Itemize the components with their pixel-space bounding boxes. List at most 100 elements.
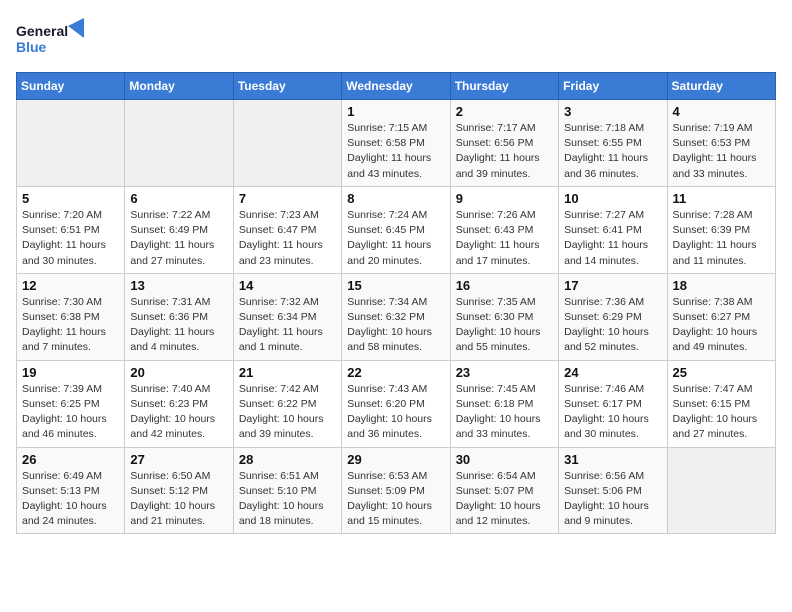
day-number: 16 xyxy=(456,278,553,293)
calendar-cell: 26 Sunrise: 6:49 AMSunset: 5:13 PMDayligh… xyxy=(17,447,125,534)
calendar-cell: 15Sunrise: 7:34 AMSunset: 6:32 PMDayligh… xyxy=(342,273,450,360)
weekday-header-friday: Friday xyxy=(559,73,667,100)
calendar-cell: 20Sunrise: 7:40 AMSunset: 6:23 PMDayligh… xyxy=(125,360,233,447)
day-number: 4 xyxy=(673,104,770,119)
day-number: 7 xyxy=(239,191,336,206)
day-info: Sunrise: 7:22 AMSunset: 6:49 PMDaylight:… xyxy=(130,208,227,269)
calendar-week-1: 1 Sunrise: 7:15 AMSunset: 6:58 PMDaylight… xyxy=(17,100,776,187)
day-number: 23 xyxy=(456,365,553,380)
day-number: 13 xyxy=(130,278,227,293)
calendar-cell: 19 Sunrise: 7:39 AMSunset: 6:25 PMDayligh… xyxy=(17,360,125,447)
day-number: 22 xyxy=(347,365,444,380)
day-info: Sunrise: 7:17 AMSunset: 6:56 PMDaylight:… xyxy=(456,121,553,182)
day-number: 6 xyxy=(130,191,227,206)
calendar-cell: 14 Sunrise: 7:32 AMSunset: 6:34 PMDayligh… xyxy=(233,273,341,360)
day-info: Sunrise: 7:46 AMSunset: 6:17 PMDaylight:… xyxy=(564,382,661,443)
calendar-cell: 17 Sunrise: 7:36 AMSunset: 6:29 PMDayligh… xyxy=(559,273,667,360)
weekday-header-tuesday: Tuesday xyxy=(233,73,341,100)
calendar-cell: 9Sunrise: 7:26 AMSunset: 6:43 PMDaylight… xyxy=(450,186,558,273)
calendar-cell: 4 Sunrise: 7:19 AMSunset: 6:53 PMDaylight… xyxy=(667,100,775,187)
day-number: 14 xyxy=(239,278,336,293)
day-number: 10 xyxy=(564,191,661,206)
weekday-header-sunday: Sunday xyxy=(17,73,125,100)
day-number: 1 xyxy=(347,104,444,119)
svg-text:Blue: Blue xyxy=(16,39,47,55)
day-info: Sunrise: 7:18 AMSunset: 6:55 PMDaylight:… xyxy=(564,121,661,182)
day-info: Sunrise: 6:50 AMSunset: 5:12 PMDaylight:… xyxy=(130,469,227,530)
calendar-cell: 31 Sunrise: 6:56 AMSunset: 5:06 PMDayligh… xyxy=(559,447,667,534)
calendar-cell: 18 Sunrise: 7:38 AMSunset: 6:27 PMDayligh… xyxy=(667,273,775,360)
day-info: Sunrise: 7:30 AMSunset: 6:38 PMDaylight:… xyxy=(22,295,119,356)
logo: General Blue xyxy=(16,16,96,64)
calendar-cell xyxy=(17,100,125,187)
calendar-cell: 6 Sunrise: 7:22 AMSunset: 6:49 PMDaylight… xyxy=(125,186,233,273)
logo-icon: General Blue xyxy=(16,16,96,64)
calendar-week-4: 19 Sunrise: 7:39 AMSunset: 6:25 PMDayligh… xyxy=(17,360,776,447)
calendar-cell xyxy=(125,100,233,187)
day-info: Sunrise: 7:26 AMSunset: 6:43 PMDaylight:… xyxy=(456,208,553,269)
calendar-cell: 10 Sunrise: 7:27 AMSunset: 6:41 PMDayligh… xyxy=(559,186,667,273)
calendar-cell: 7 Sunrise: 7:23 AMSunset: 6:47 PMDaylight… xyxy=(233,186,341,273)
day-number: 15 xyxy=(347,278,444,293)
calendar-cell: 27Sunrise: 6:50 AMSunset: 5:12 PMDayligh… xyxy=(125,447,233,534)
day-info: Sunrise: 6:49 AMSunset: 5:13 PMDaylight:… xyxy=(22,469,119,530)
calendar-cell: 24 Sunrise: 7:46 AMSunset: 6:17 PMDayligh… xyxy=(559,360,667,447)
day-info: Sunrise: 7:15 AMSunset: 6:58 PMDaylight:… xyxy=(347,121,444,182)
page-header: General Blue xyxy=(16,16,776,64)
day-info: Sunrise: 7:32 AMSunset: 6:34 PMDaylight:… xyxy=(239,295,336,356)
day-number: 29 xyxy=(347,452,444,467)
day-info: Sunrise: 6:53 AMSunset: 5:09 PMDaylight:… xyxy=(347,469,444,530)
day-info: Sunrise: 7:28 AMSunset: 6:39 PMDaylight:… xyxy=(673,208,770,269)
calendar-cell: 21 Sunrise: 7:42 AMSunset: 6:22 PMDayligh… xyxy=(233,360,341,447)
calendar-cell: 28Sunrise: 6:51 AMSunset: 5:10 PMDayligh… xyxy=(233,447,341,534)
day-number: 21 xyxy=(239,365,336,380)
calendar-cell xyxy=(233,100,341,187)
calendar-cell: 1 Sunrise: 7:15 AMSunset: 6:58 PMDaylight… xyxy=(342,100,450,187)
day-number: 24 xyxy=(564,365,661,380)
calendar-week-2: 5 Sunrise: 7:20 AMSunset: 6:51 PMDaylight… xyxy=(17,186,776,273)
calendar-cell: 12Sunrise: 7:30 AMSunset: 6:38 PMDayligh… xyxy=(17,273,125,360)
day-number: 8 xyxy=(347,191,444,206)
calendar-cell: 11 Sunrise: 7:28 AMSunset: 6:39 PMDayligh… xyxy=(667,186,775,273)
day-number: 19 xyxy=(22,365,119,380)
calendar-cell xyxy=(667,447,775,534)
day-number: 3 xyxy=(564,104,661,119)
day-info: Sunrise: 7:39 AMSunset: 6:25 PMDaylight:… xyxy=(22,382,119,443)
calendar-table: SundayMondayTuesdayWednesdayThursdayFrid… xyxy=(16,72,776,534)
day-info: Sunrise: 7:36 AMSunset: 6:29 PMDaylight:… xyxy=(564,295,661,356)
day-info: Sunrise: 7:19 AMSunset: 6:53 PMDaylight:… xyxy=(673,121,770,182)
calendar-cell: 5 Sunrise: 7:20 AMSunset: 6:51 PMDaylight… xyxy=(17,186,125,273)
weekday-header-thursday: Thursday xyxy=(450,73,558,100)
calendar-body: 1 Sunrise: 7:15 AMSunset: 6:58 PMDaylight… xyxy=(17,100,776,534)
day-info: Sunrise: 7:20 AMSunset: 6:51 PMDaylight:… xyxy=(22,208,119,269)
day-number: 2 xyxy=(456,104,553,119)
day-info: Sunrise: 7:27 AMSunset: 6:41 PMDaylight:… xyxy=(564,208,661,269)
day-number: 18 xyxy=(673,278,770,293)
day-info: Sunrise: 7:35 AMSunset: 6:30 PMDaylight:… xyxy=(456,295,553,356)
day-number: 5 xyxy=(22,191,119,206)
calendar-cell: 30Sunrise: 6:54 AMSunset: 5:07 PMDayligh… xyxy=(450,447,558,534)
day-info: Sunrise: 7:42 AMSunset: 6:22 PMDaylight:… xyxy=(239,382,336,443)
day-info: Sunrise: 6:54 AMSunset: 5:07 PMDaylight:… xyxy=(456,469,553,530)
day-info: Sunrise: 7:24 AMSunset: 6:45 PMDaylight:… xyxy=(347,208,444,269)
day-number: 31 xyxy=(564,452,661,467)
day-info: Sunrise: 7:31 AMSunset: 6:36 PMDaylight:… xyxy=(130,295,227,356)
day-info: Sunrise: 7:45 AMSunset: 6:18 PMDaylight:… xyxy=(456,382,553,443)
weekday-header-row: SundayMondayTuesdayWednesdayThursdayFrid… xyxy=(17,73,776,100)
day-info: Sunrise: 7:47 AMSunset: 6:15 PMDaylight:… xyxy=(673,382,770,443)
weekday-header-wednesday: Wednesday xyxy=(342,73,450,100)
calendar-cell: 22Sunrise: 7:43 AMSunset: 6:20 PMDayligh… xyxy=(342,360,450,447)
day-info: Sunrise: 6:56 AMSunset: 5:06 PMDaylight:… xyxy=(564,469,661,530)
calendar-cell: 23 Sunrise: 7:45 AMSunset: 6:18 PMDayligh… xyxy=(450,360,558,447)
calendar-week-3: 12Sunrise: 7:30 AMSunset: 6:38 PMDayligh… xyxy=(17,273,776,360)
day-number: 26 xyxy=(22,452,119,467)
day-number: 17 xyxy=(564,278,661,293)
calendar-cell: 25Sunrise: 7:47 AMSunset: 6:15 PMDayligh… xyxy=(667,360,775,447)
calendar-cell: 16 Sunrise: 7:35 AMSunset: 6:30 PMDayligh… xyxy=(450,273,558,360)
day-info: Sunrise: 7:23 AMSunset: 6:47 PMDaylight:… xyxy=(239,208,336,269)
calendar-header: SundayMondayTuesdayWednesdayThursdayFrid… xyxy=(17,73,776,100)
day-number: 20 xyxy=(130,365,227,380)
day-number: 11 xyxy=(673,191,770,206)
day-info: Sunrise: 7:38 AMSunset: 6:27 PMDaylight:… xyxy=(673,295,770,356)
weekday-header-saturday: Saturday xyxy=(667,73,775,100)
